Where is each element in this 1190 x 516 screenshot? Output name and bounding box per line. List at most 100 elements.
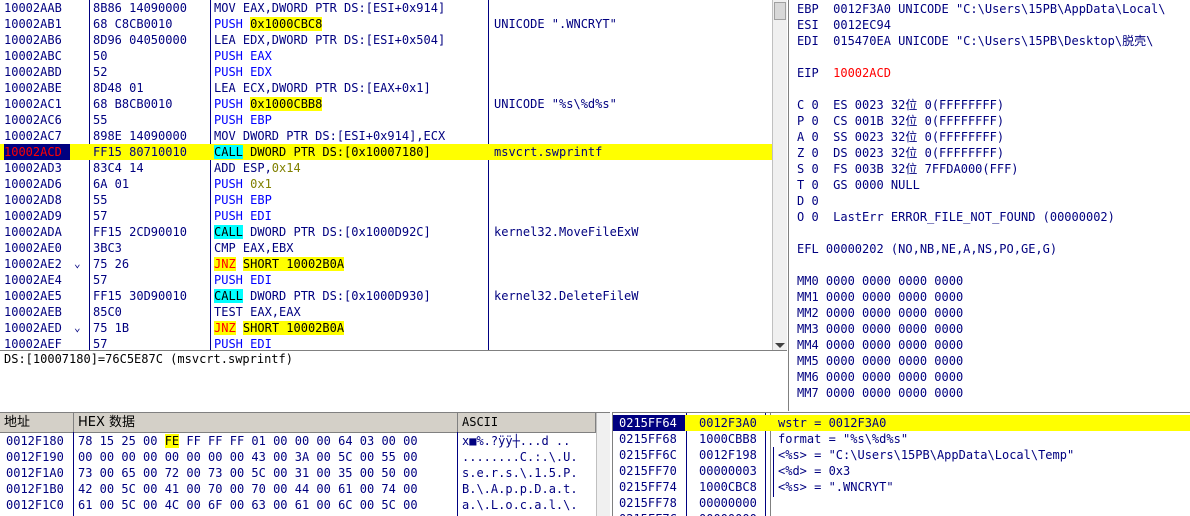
instruction-text: PUSH 0x1000CBB8	[214, 96, 486, 112]
disassembly-pane[interactable]: 10002AAB 8B86 14090000 MOV EAX,DWORD PTR D…	[0, 0, 787, 350]
register-line[interactable]: MM1 0000 0000 0000 0000	[797, 289, 963, 305]
opcode-bytes: 898E 14090000	[93, 129, 187, 143]
register-line[interactable]: MM7 0000 0000 0000 0000	[797, 385, 963, 401]
hex-bytes-pre: 78 15 25 00	[78, 434, 165, 448]
stack-row-selected[interactable]: 0215FF64 0012F3A0 wstr = 0012F3A0	[613, 415, 1190, 431]
opcode-bytes: 57	[93, 273, 108, 287]
instruction-address: 10002ADA	[4, 225, 62, 239]
register-line[interactable]: EIP 10002ACD	[797, 65, 891, 81]
header-hex[interactable]: HEX 数据	[74, 413, 458, 432]
hex-dump-pane[interactable]: 地址 HEX 数据 ASCII 0012F180 78 15 25 00 FE F…	[0, 412, 610, 516]
jump-arrow-icon	[74, 288, 86, 304]
instruction-token: PUSH	[214, 97, 251, 111]
register-line[interactable]: P 0 CS 001B 32位 0(FFFFFFFF)	[797, 113, 1004, 129]
register-line[interactable]: MM5 0000 0000 0000 0000	[797, 353, 963, 369]
register-line[interactable]: O 0 LastErr ERROR_FILE_NOT_FOUND (000000…	[797, 209, 1115, 225]
stack-pane[interactable]: 0215FF64 0012F3A0 wstr = 0012F3A0 0215FF68 1…	[612, 412, 1190, 516]
register-line[interactable]: MM4 0000 0000 0000 0000	[797, 337, 963, 353]
disasm-row[interactable]: 10002AE5 FF15 30D90010 CALL DWORD PTR DS:[…	[0, 288, 772, 304]
scroll-down-icon[interactable]	[775, 343, 785, 348]
register-line[interactable]: T 0 GS 0000 NULL	[797, 177, 920, 193]
jump-arrow-icon	[74, 208, 86, 224]
instruction-text: PUSH EDI	[214, 208, 486, 224]
register-line[interactable]: ESI 0012EC94	[797, 17, 891, 33]
hex-scrollbar[interactable]	[596, 413, 610, 516]
stack-comment: format = "%s\%d%s"	[778, 432, 909, 446]
hex-dump-header: 地址 HEX 数据 ASCII	[0, 413, 596, 433]
instruction-comment	[494, 320, 772, 336]
instruction-address: 10002AEF	[4, 337, 62, 350]
hex-bytes: 78 15 25 00 FE FF FF FF 01 00 00 00 64 0…	[78, 433, 418, 449]
instruction-token: LEA ECX,DWORD PTR DS:[EAX+0x1]	[214, 81, 431, 95]
register-line[interactable]: C 0 ES 0023 32位 0(FFFFFFFF)	[797, 97, 1004, 113]
info-pane: DS:[10007180]=76C5E87C (msvcrt.swprintf)	[0, 350, 787, 413]
register-line[interactable]: MM6 0000 0000 0000 0000	[797, 369, 963, 385]
registers-pane[interactable]: EBP 0012F3A0 UNICODE "C:\Users\15PB\AppD…	[788, 0, 1190, 411]
disasm-row[interactable]: 10002ABD 52 PUSH EDX	[0, 64, 772, 80]
disasm-row[interactable]: 10002ADA FF15 2CD90010 CALL DWORD PTR DS:[…	[0, 224, 772, 240]
disasm-row[interactable]: 10002AD3 83C4 14 ADD ESP,0x14	[0, 160, 772, 176]
instruction-comment	[494, 192, 772, 208]
stack-row[interactable]: 0215FF78 00000000	[613, 495, 1190, 511]
disasm-row[interactable]: 10002AB6 8D96 04050000 LEA EDX,DWORD PTR D…	[0, 32, 772, 48]
register-text: Z 0 DS 0023 32位 0(FFFFFFFF)	[797, 146, 1005, 160]
instruction-token	[236, 321, 243, 335]
disasm-row[interactable]: 10002AE0 3BC3 CMP EAX,EBX	[0, 240, 772, 256]
instruction-comment	[494, 176, 772, 192]
opcode-bytes: FF15 80710010	[93, 145, 187, 159]
hex-address: 0012F1A0	[6, 466, 64, 480]
stack-row[interactable]: 0215FF68 1000CBB8 format = "%s\%d%s"	[613, 431, 1190, 447]
disasm-row[interactable]: 10002AAB 8B86 14090000 MOV EAX,DWORD PTR D…	[0, 0, 772, 16]
disasm-row[interactable]: 10002AE2 ⌄ 75 26 JNZ SHORT 10002B0A	[0, 256, 772, 272]
disasm-row[interactable]: 10002AB1 68 C8CB0010 PUSH 0x1000CBC8 UNICOD…	[0, 16, 772, 32]
instruction-comment	[494, 256, 772, 272]
register-line[interactable]: Z 0 DS 0023 32位 0(FFFFFFFF)	[797, 145, 1004, 161]
register-line[interactable]: EBP 0012F3A0 UNICODE "C:\Users\15PB\AppD…	[797, 1, 1165, 17]
disasm-row[interactable]: 10002AED ⌄ 75 1B JNZ SHORT 10002B0A	[0, 320, 772, 336]
disasm-row[interactable]: 10002AEB 85C0 TEST EAX,EAX	[0, 304, 772, 320]
instruction-token: 0x14	[271, 161, 301, 175]
register-line[interactable]: MM0 0000 0000 0000 0000	[797, 273, 963, 289]
disasm-row-selected[interactable]: 10002ACD FF15 80710010 CALL DWORD PTR DS:[…	[0, 144, 772, 160]
instruction-text: JNZ SHORT 10002B0A	[214, 256, 486, 272]
stack-row[interactable]: 0215FF6C 0012F198 <%s> = "C:\Users\15PB\Ap…	[613, 447, 1190, 463]
instruction-token: PUSH EDI	[214, 337, 272, 350]
register-text: MM6 0000 0000 0000 0000	[797, 370, 964, 384]
register-line[interactable]: MM3 0000 0000 0000 0000	[797, 321, 963, 337]
hex-bytes: 00 00 00 00 00 00 00 00 43 00 3A 00 5C 0…	[78, 449, 418, 465]
disasm-row[interactable]: 10002ABE 8D48 01 LEA ECX,DWORD PTR DS:[EAX…	[0, 80, 772, 96]
register-line[interactable]: A 0 SS 0023 32位 0(FFFFFFFF)	[797, 129, 1004, 145]
header-ascii[interactable]: ASCII	[458, 413, 596, 432]
disasm-row[interactable]: 10002AEF 57 PUSH EDI	[0, 336, 772, 350]
register-line[interactable]: S 0 FS 003B 32位 7FFDA000(FFF)	[797, 161, 1019, 177]
hex-ascii: B.\.A.p.p.D.a.t.	[462, 482, 578, 496]
instruction-token: TEST EAX,EAX	[214, 305, 301, 319]
disasm-row[interactable]: 10002ABC 50 PUSH EAX	[0, 48, 772, 64]
stack-row[interactable]: 0215FF70 00000003 <%d> = 0x3	[613, 463, 1190, 479]
scrollbar-thumb[interactable]	[774, 2, 786, 20]
disasm-scrollbar[interactable]	[772, 0, 787, 350]
jump-arrow-icon	[74, 160, 86, 176]
register-line[interactable]: D 0	[797, 193, 819, 209]
instruction-token: DWORD PTR DS:[0x10007180]	[242, 145, 431, 159]
disasm-row[interactable]: 10002AC1 68 B8CB0010 PUSH 0x1000CBB8 UNICOD…	[0, 96, 772, 112]
instruction-text: PUSH EDI	[214, 336, 486, 350]
jump-arrow-icon	[74, 192, 86, 208]
hex-bytes-pre: 42 00 5C 00 41 00 70 00 70 00 44 00 61 0…	[78, 482, 418, 496]
disasm-row[interactable]: 10002AD8 55 PUSH EBP	[0, 192, 772, 208]
register-text: MM4 0000 0000 0000 0000	[797, 338, 964, 352]
instruction-text: TEST EAX,EAX	[214, 304, 486, 320]
disasm-row[interactable]: 10002AD9 57 PUSH EDI	[0, 208, 772, 224]
register-line[interactable]: MM2 0000 0000 0000 0000	[797, 305, 963, 321]
header-address[interactable]: 地址	[0, 413, 74, 432]
disasm-row[interactable]: 10002AC7 898E 14090000 MOV DWORD PTR DS:[E…	[0, 128, 772, 144]
disasm-row[interactable]: 10002AD6 6A 01 PUSH 0x1	[0, 176, 772, 192]
disasm-row[interactable]: 10002AE4 57 PUSH EDI	[0, 272, 772, 288]
hex-address: 0012F1C0	[6, 498, 64, 512]
register-line[interactable]: EFL 00000202 (NO,NB,NE,A,NS,PO,GE,G)	[797, 241, 1057, 257]
stack-row[interactable]: 0215FF74 1000CBC8 <%s> = ".WNCRYT"	[613, 479, 1190, 495]
disasm-row[interactable]: 10002AC6 55 PUSH EBP	[0, 112, 772, 128]
register-line[interactable]: EDI 015470EA UNICODE "C:\Users\15PB\Desk…	[797, 33, 1153, 49]
stack-row[interactable]: 0215FF7C 00000000	[613, 511, 1190, 516]
jump-arrow-icon	[74, 48, 86, 64]
